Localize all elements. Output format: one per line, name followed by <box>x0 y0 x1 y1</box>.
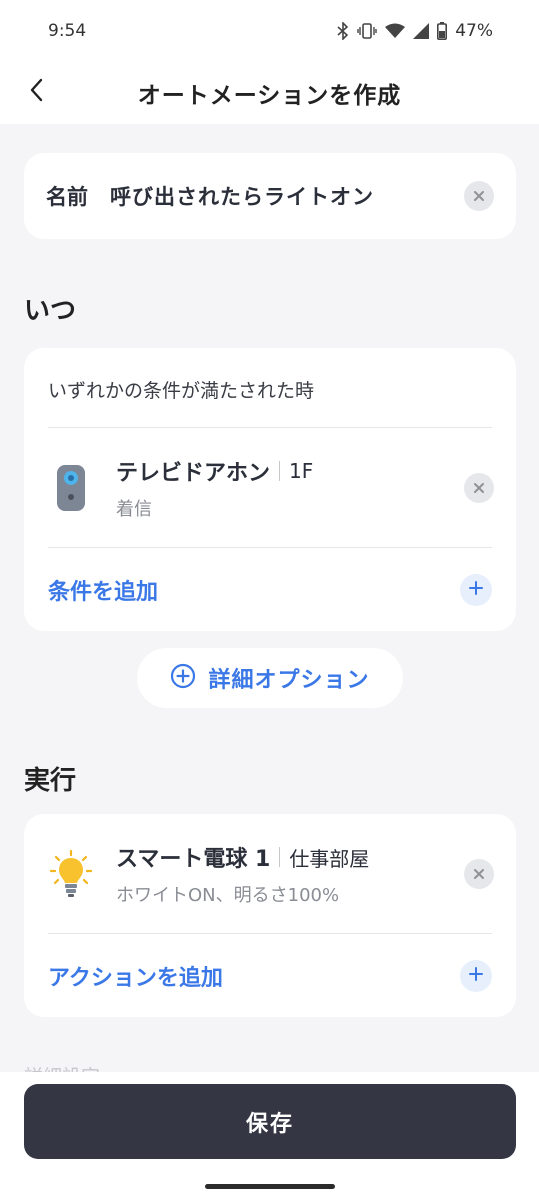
name-input[interactable]: 呼び出されたらライトオン <box>110 181 464 211</box>
add-condition-label: 条件を追加 <box>48 579 159 605</box>
add-action-label: アクションを追加 <box>48 965 223 991</box>
bluetooth-icon <box>337 22 349 40</box>
battery-icon <box>437 22 448 40</box>
clear-icon <box>473 865 485 884</box>
action-device-title: スマート電球 1 仕事部屋 <box>116 841 464 873</box>
light-bulb-icon <box>48 844 94 904</box>
name-card: 名前 呼び出されたらライトオン <box>24 153 516 239</box>
action-device-row[interactable]: スマート電球 1 仕事部屋 ホワイトON、明るさ100% <box>24 814 516 934</box>
condition-device-row[interactable]: テレビドアホン 1F 着信 <box>24 428 516 548</box>
back-button[interactable] <box>18 74 54 110</box>
when-section-title: いつ <box>24 296 77 326</box>
page-title: オートメーションを作成 <box>137 83 402 109</box>
save-button[interactable]: 保存 <box>24 1084 516 1159</box>
condition-device-name: テレビドアホン <box>116 461 271 486</box>
plus-icon <box>469 966 483 985</box>
name-label: 名前 <box>46 185 88 209</box>
status-icons: 47% <box>337 21 493 41</box>
action-device-name: スマート電球 1 <box>116 847 271 872</box>
condition-device-event: 着信 <box>116 499 152 520</box>
doorbell-icon <box>48 458 94 518</box>
add-action-row[interactable]: アクションを追加 <box>48 934 492 1017</box>
chevron-left-icon <box>29 78 43 106</box>
condition-device-room: 1F <box>289 459 314 483</box>
advanced-options-button[interactable]: 詳細オプション <box>137 648 403 708</box>
clear-icon <box>473 187 485 206</box>
condition-device-texts: テレビドアホン 1F 着信 <box>116 455 464 521</box>
run-section-title: 実行 <box>24 766 77 796</box>
separator <box>279 847 281 867</box>
save-label: 保存 <box>245 1111 294 1137</box>
add-condition-row[interactable]: 条件を追加 <box>48 548 492 631</box>
wifi-icon <box>385 23 406 39</box>
status-time: 9:54 <box>48 21 87 41</box>
vibrate-icon <box>357 22 377 40</box>
when-card: いずれかの条件が満たされた時 テレビドアホン 1F 着信 条件を追加 <box>24 348 516 631</box>
clear-name-button[interactable] <box>464 181 494 211</box>
condition-device-title: テレビドアホン 1F <box>116 455 464 487</box>
clear-icon <box>473 479 485 498</box>
status-bar: 9:54 47% <box>0 0 539 62</box>
home-indicator[interactable] <box>205 1184 335 1189</box>
run-card: スマート電球 1 仕事部屋 ホワイトON、明るさ100% アクションを追加 <box>24 814 516 1017</box>
add-condition-button[interactable] <box>460 573 492 606</box>
action-device-texts: スマート電球 1 仕事部屋 ホワイトON、明るさ100% <box>116 841 464 907</box>
plus-circle-icon <box>170 663 196 693</box>
signal-icon <box>413 23 430 39</box>
action-device-room: 仕事部屋 <box>289 846 370 871</box>
remove-condition-button[interactable] <box>464 473 494 503</box>
battery-percent: 47% <box>455 21 493 41</box>
condition-mode[interactable]: いずれかの条件が満たされた時 <box>48 376 314 403</box>
separator <box>279 461 281 481</box>
action-device-action: ホワイトON、明るさ100% <box>116 885 340 906</box>
app-bar: オートメーションを作成 <box>0 62 539 124</box>
add-action-button[interactable] <box>460 959 492 992</box>
plus-icon <box>469 580 483 599</box>
remove-action-button[interactable] <box>464 859 494 889</box>
advanced-options-label: 詳細オプション <box>208 668 370 693</box>
